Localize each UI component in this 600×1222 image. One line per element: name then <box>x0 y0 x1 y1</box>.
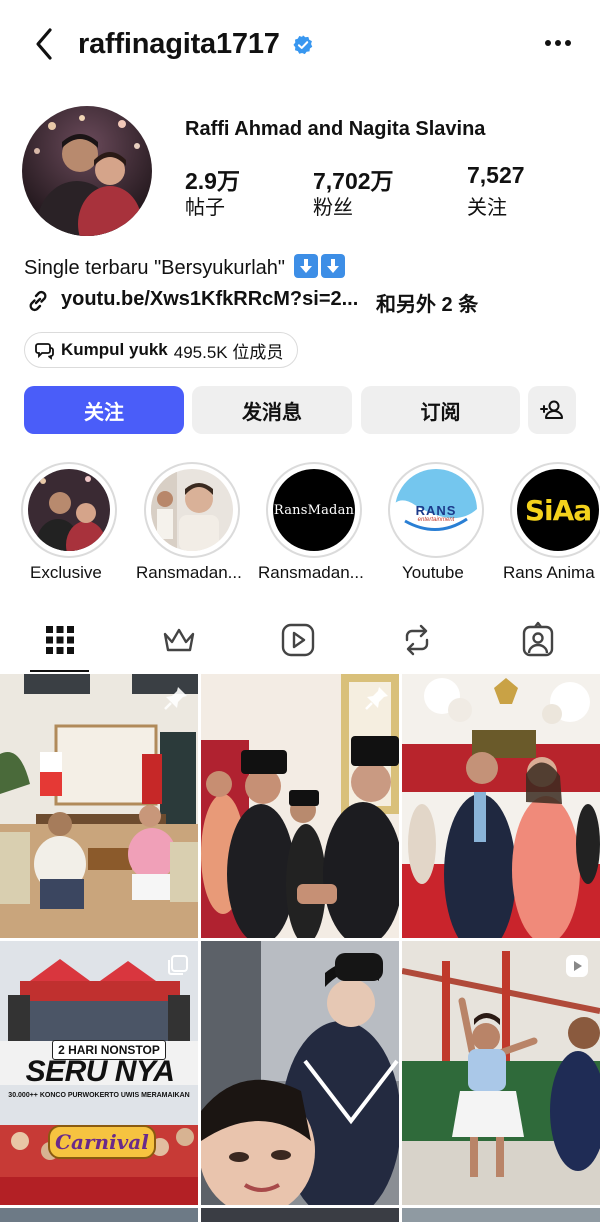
channel-name: Kumpul yukk <box>61 340 168 359</box>
highlight-youtube[interactable]: RANS entertainment <box>388 462 484 558</box>
reposts-tab-icon[interactable] <box>397 620 437 660</box>
followers-label[interactable]: 粉丝 <box>313 191 353 220</box>
profile-full-name: Raffi Ahmad and Nagita Slavina <box>185 118 486 140</box>
highlight-cover: RansMadan <box>273 469 355 551</box>
post-image <box>402 674 600 938</box>
grid-tab-icon[interactable] <box>40 620 80 660</box>
post-headline-text: SERU NYA <box>25 1055 175 1088</box>
verified-badge-icon <box>293 35 313 55</box>
post-subline-text: 30.000++ KONCO PURWOKERTO UWIS MERAMAIKA… <box>8 1092 190 1099</box>
broadcast-channel-chip[interactable]: Kumpul yukk 495.5K 位成员 <box>24 332 299 368</box>
highlight-rans-anima[interactable]: SiAa <box>510 462 600 558</box>
crown-tab-icon[interactable] <box>159 620 199 660</box>
following-count[interactable]: 7,527 <box>467 162 525 189</box>
post-image <box>201 941 399 1205</box>
message-button[interactable]: 发消息 <box>192 386 352 434</box>
post-thumbnail[interactable] <box>402 941 600 1205</box>
highlight-cover <box>151 469 233 551</box>
post-thumbnail[interactable] <box>402 1208 600 1222</box>
post-thumbnail[interactable] <box>0 1208 198 1222</box>
highlight-ransmadan-2[interactable]: RansMadan <box>266 462 362 558</box>
profile-link[interactable]: youtu.be/Xws1KfkRRcM?si=2... <box>61 288 358 311</box>
highlight-exclusive[interactable] <box>21 462 117 558</box>
posts-label: 帖子 <box>185 197 225 219</box>
bio-text: Single terbaru "Bersyukurlah" <box>24 257 285 279</box>
highlight-cover-text: SiAa <box>524 493 592 527</box>
post-thumbnail[interactable] <box>201 674 399 938</box>
pinned-icon <box>164 687 187 710</box>
down-arrow-emoji-icon <box>320 254 345 278</box>
highlight-label: Exclusive <box>30 563 102 582</box>
back-arrow-icon[interactable] <box>26 24 66 64</box>
post-image <box>201 674 399 938</box>
highlight-label: Ransmadan... <box>136 563 242 582</box>
suggested-users-button[interactable] <box>528 386 576 434</box>
reel-icon <box>566 955 588 977</box>
post-image <box>0 674 198 938</box>
subscribe-button[interactable]: 订阅 <box>361 386 520 434</box>
more-options-icon[interactable] <box>540 28 580 58</box>
post-thumbnail[interactable] <box>0 674 198 938</box>
highlight-label: Ransmadan... <box>258 563 364 582</box>
highlight-cover: RANS entertainment <box>395 469 477 551</box>
carousel-icon <box>168 955 188 975</box>
highlight-cover-text: RANS <box>415 503 457 518</box>
active-tab-indicator <box>30 670 89 672</box>
highlight-ransmadan-1[interactable] <box>144 462 240 558</box>
channel-chat-icon <box>35 343 54 360</box>
profile-bio: Single terbaru "Bersyukurlah" <box>24 254 345 280</box>
post-thumbnail[interactable]: 2 HARI NONSTOP SERU NYA 30.000++ KONCO P… <box>0 941 198 1205</box>
post-carnival-badge: Carnival <box>48 1125 156 1159</box>
highlight-label: Youtube <box>402 563 464 582</box>
highlight-cover-text: RansMadan <box>273 502 355 518</box>
highlight-label: Rans Anima <box>503 563 595 582</box>
more-links[interactable]: 和另外 2 条 <box>376 288 478 317</box>
pinned-icon <box>566 687 589 710</box>
highlight-cover-subtext: entertainment <box>417 517 455 523</box>
down-arrow-emoji-icon <box>293 254 318 278</box>
link-icon <box>29 290 47 312</box>
post-image <box>402 941 600 1205</box>
reels-tab-icon[interactable] <box>278 620 318 660</box>
follow-button[interactable]: 关注 <box>24 386 184 434</box>
pinned-icon <box>365 687 388 710</box>
highlight-cover <box>28 469 110 551</box>
profile-avatar[interactable] <box>22 106 152 236</box>
post-thumbnail[interactable] <box>201 1208 399 1222</box>
tagged-tab-icon[interactable] <box>518 620 558 660</box>
post-thumbnail[interactable] <box>402 674 600 938</box>
following-label[interactable]: 关注 <box>467 191 507 220</box>
add-person-icon <box>540 400 563 419</box>
channel-members: 495.5K 位成员 <box>173 342 284 362</box>
highlight-cover: SiAa <box>517 469 599 551</box>
post-thumbnail[interactable] <box>201 941 399 1205</box>
avatar-photo <box>22 106 152 236</box>
profile-username: raffinagita1717 <box>78 28 280 60</box>
